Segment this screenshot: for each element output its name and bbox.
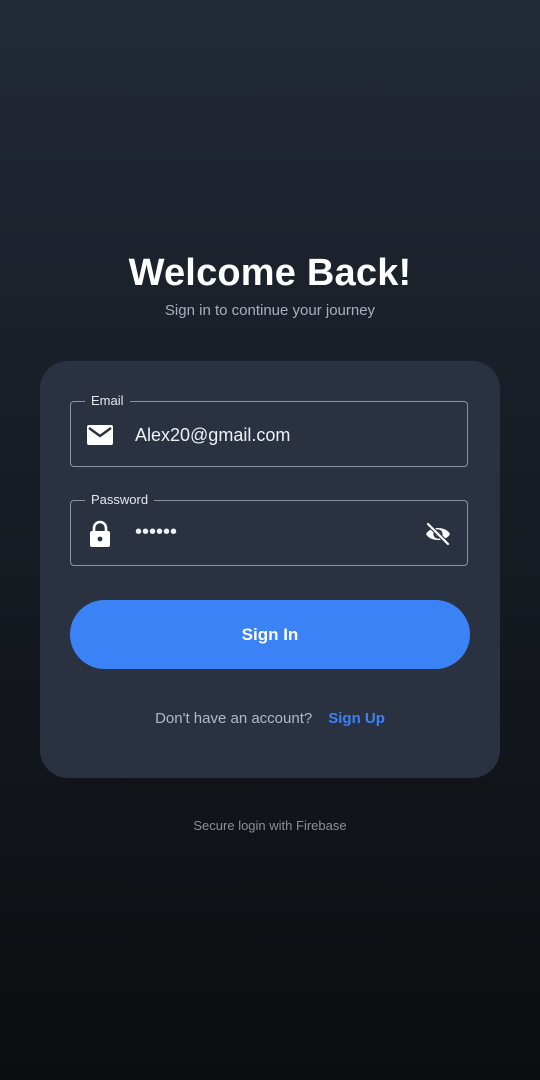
page-subtitle: Sign in to continue your journey [164, 302, 376, 319]
password-field[interactable]: Password •••••• [70, 491, 468, 566]
password-input[interactable]: •••••• [135, 521, 177, 543]
email-input[interactable]: Alex20@gmail.com [135, 424, 290, 446]
login-card: Email Alex20@gmail.com Password •••••• S… [40, 361, 500, 778]
signup-row: Don't have an account? Sign Up [40, 710, 500, 727]
sign-up-link[interactable]: Sign Up [328, 710, 385, 727]
eye-off-icon[interactable] [423, 521, 453, 547]
email-field[interactable]: Email Alex20@gmail.com [70, 392, 468, 467]
page-title: Welcome Back! [128, 252, 412, 294]
sign-in-button[interactable]: Sign In [70, 600, 470, 669]
lock-icon [87, 520, 113, 547]
password-label: Password [85, 491, 155, 509]
mail-icon [87, 422, 113, 448]
signup-prompt: Don't have an account? [155, 710, 313, 727]
footer-text: Secure login with Firebase [193, 818, 347, 833]
email-label: Email [85, 392, 130, 410]
